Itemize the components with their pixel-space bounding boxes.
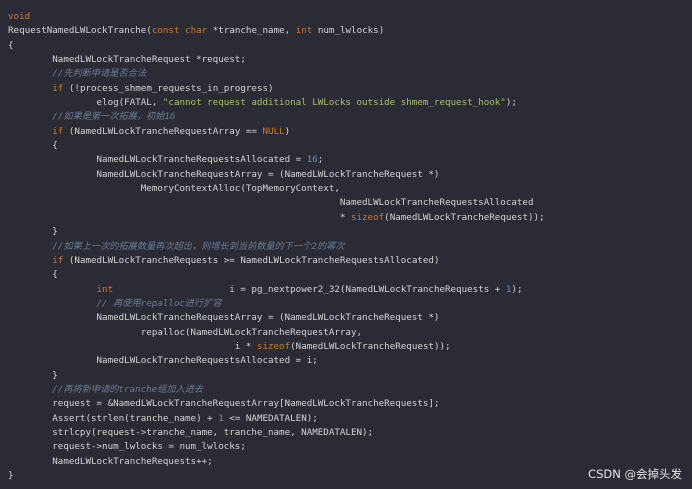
- comment: //如果是第一次拓展，初始16: [8, 111, 176, 123]
- keyword: NULL: [262, 125, 285, 137]
- code-text: NamedLWLockTrancheRequests++;: [8, 455, 213, 467]
- code-text: (!process_shmem_requests_in_progress): [63, 82, 274, 94]
- code-text: ): [284, 125, 291, 137]
- code-text: *tranche_name,: [207, 25, 296, 37]
- code-text: (NamedLWLockTrancheRequests >= NamedLWLo…: [63, 254, 440, 266]
- code-line: elog(FATAL, "cannot request additional L…: [8, 96, 692, 110]
- code-text: {: [8, 39, 14, 51]
- code-text: <= NAMEDATALEN);: [223, 412, 318, 424]
- code-line: {: [8, 139, 692, 153]
- code-text: request = &NamedLWLockTrancheRequestArra…: [8, 398, 440, 410]
- code-line: NamedLWLockTrancheRequestsAllocated: [8, 196, 692, 210]
- code-text: NamedLWLockTrancheRequestsAllocated =: [8, 154, 307, 166]
- code-text: );: [505, 97, 517, 109]
- keyword: if: [52, 254, 64, 266]
- comment: //再将新申请的tranche组加入进去: [8, 383, 204, 395]
- code-line: //如果是第一次拓展，初始16: [8, 110, 692, 124]
- code-line: {: [8, 39, 692, 53]
- code-line: void: [8, 10, 692, 24]
- code-line: Assert(strlen(tranche_name) + 1 <= NAMED…: [8, 412, 692, 426]
- code-line: {: [8, 268, 692, 282]
- code-line: }: [8, 369, 692, 383]
- code-line: if (NamedLWLockTrancheRequestArray == NU…: [8, 125, 692, 139]
- code-text: (NamedLWLockTrancheRequest));: [290, 340, 451, 352]
- code-line: i * sizeof(NamedLWLockTrancheRequest));: [8, 340, 692, 354]
- code-text: );: [511, 283, 523, 295]
- code-text: MemoryContextAlloc(TopMemoryContext,: [8, 183, 340, 195]
- code-text: *: [8, 211, 351, 223]
- keyword: if: [52, 82, 64, 94]
- code-line: //先判断申请是否合法: [8, 67, 692, 81]
- code-line: NamedLWLockTrancheRequestsAllocated = 16…: [8, 153, 692, 167]
- code-line: //如果上一次的拓展数量再次超出，则增长到当前数量的下一个2的幂次: [8, 240, 692, 254]
- keyword: char: [185, 25, 208, 37]
- code-line: if (!process_shmem_requests_in_progress): [8, 82, 692, 96]
- code-line: * sizeof(NamedLWLockTrancheRequest));: [8, 211, 692, 225]
- code-text: i *: [8, 340, 257, 352]
- code-line: //再将新申请的tranche组加入进去: [8, 383, 692, 397]
- keyword: sizeof: [256, 340, 291, 352]
- code-block: void RequestNamedLWLockTranche(const cha…: [0, 0, 692, 489]
- code-line: request->num_lwlocks = num_lwlocks;: [8, 440, 692, 454]
- keyword: const: [151, 25, 180, 37]
- comment: //如果上一次的拓展数量再次超出，则增长到当前数量的下一个2的幂次: [8, 240, 345, 252]
- code-text: NamedLWLockTrancheRequestArray = (NamedL…: [8, 168, 440, 180]
- keyword: int: [295, 25, 313, 37]
- code-text: {: [8, 269, 58, 281]
- number-literal: 16: [306, 154, 318, 166]
- code-text: (NamedLWLockTrancheRequest));: [384, 211, 545, 223]
- code-text: NamedLWLockTrancheRequestsAllocated: [8, 197, 534, 209]
- code-text: NamedLWLockTrancheRequestArray = (NamedL…: [8, 312, 440, 324]
- function-name: RequestNamedLWLockTranche(: [8, 25, 152, 37]
- string-literal: "cannot request additional LWLocks outsi…: [162, 97, 506, 109]
- code-text: }: [8, 470, 14, 481]
- code-text: }: [8, 226, 58, 238]
- watermark-text: CSDN @会掉头发: [588, 467, 682, 481]
- code-line: // 再使用repalloc进行扩容: [8, 297, 692, 311]
- keyword: sizeof: [350, 211, 385, 223]
- code-text: elog(FATAL,: [8, 97, 163, 109]
- code-line: int i = pg_nextpower2_32(NamedLWLockTran…: [8, 283, 692, 297]
- code-text: num_lwlocks): [312, 25, 385, 37]
- keyword: int: [96, 283, 114, 295]
- code-line: request = &NamedLWLockTrancheRequestArra…: [8, 397, 692, 411]
- code-line: if (NamedLWLockTrancheRequests >= NamedL…: [8, 254, 692, 268]
- keyword: if: [52, 125, 64, 137]
- code-text: repalloc(NamedLWLockTrancheRequestArray,: [8, 326, 363, 338]
- code-line: NamedLWLockTrancheRequest *request;: [8, 53, 692, 67]
- code-line: RequestNamedLWLockTranche(const char *tr…: [8, 24, 692, 38]
- code-line: MemoryContextAlloc(TopMemoryContext,: [8, 182, 692, 196]
- code-text: }: [8, 369, 58, 381]
- code-text: i = pg_nextpower2_32(NamedLWLockTrancheR…: [113, 283, 506, 295]
- code-text: strlcpy(request->tranche_name, tranche_n…: [8, 426, 374, 438]
- code-line: NamedLWLockTrancheRequestsAllocated = i;: [8, 354, 692, 368]
- code-line: }: [8, 225, 692, 239]
- code-line: repalloc(NamedLWLockTrancheRequestArray,: [8, 326, 692, 340]
- comment: // 再使用repalloc进行扩容: [8, 297, 222, 309]
- code-text: {: [8, 140, 58, 152]
- code-line: strlcpy(request->tranche_name, tranche_n…: [8, 426, 692, 440]
- code-text: (NamedLWLockTrancheRequestArray ==: [63, 125, 263, 137]
- code-line: NamedLWLockTrancheRequestArray = (NamedL…: [8, 168, 692, 182]
- comment: //先判断申请是否合法: [8, 68, 147, 80]
- code-text: request->num_lwlocks = num_lwlocks;: [8, 441, 246, 453]
- code-text: NamedLWLockTrancheRequestsAllocated = i;: [8, 355, 318, 367]
- code-text: ;: [317, 154, 324, 166]
- keyword: void: [8, 11, 31, 22]
- code-text: NamedLWLockTrancheRequest *request;: [8, 54, 246, 66]
- code-text: Assert(strlen(tranche_name) +: [8, 412, 219, 424]
- code-line: NamedLWLockTrancheRequestArray = (NamedL…: [8, 311, 692, 325]
